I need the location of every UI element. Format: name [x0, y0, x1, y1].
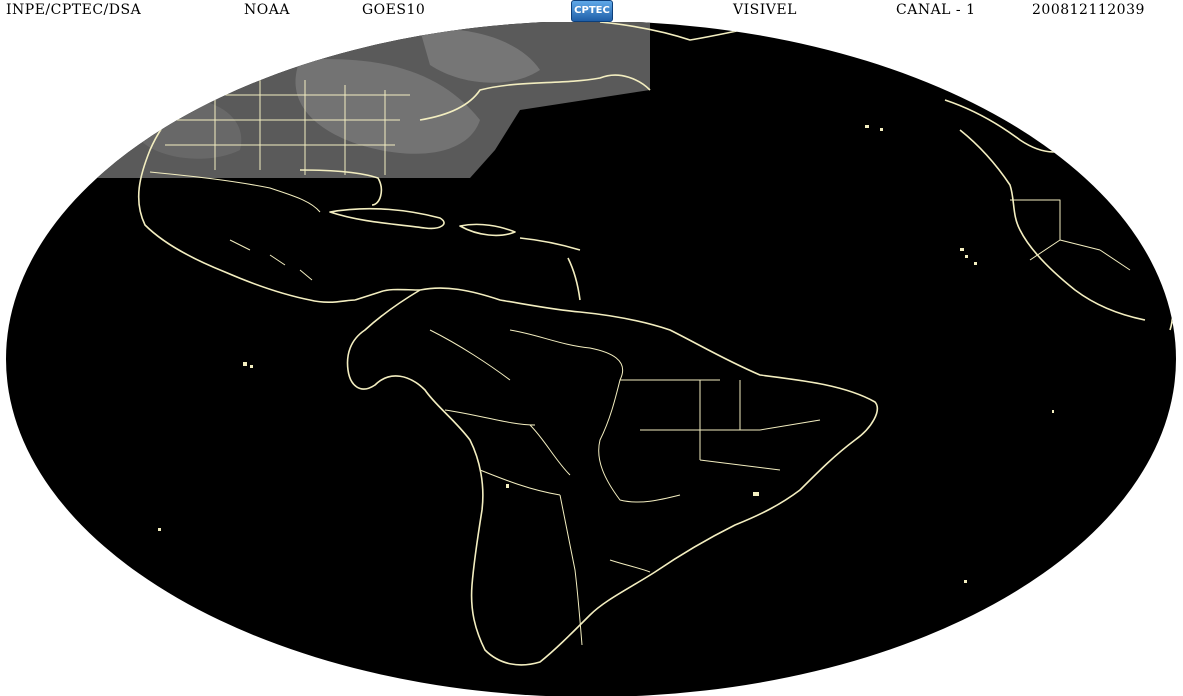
source-label: INPE/CPTEC/DSA [6, 2, 142, 18]
channel-label: CANAL - 1 [896, 2, 976, 18]
timestamp-label: 200812112039 [1032, 2, 1145, 18]
logo-text: CPTEC [574, 5, 610, 16]
map-svg [6, 22, 1176, 696]
satellite-map [0, 22, 1183, 696]
cptec-logo: CPTEC [571, 0, 613, 22]
header-bar: INPE/CPTEC/DSA NOAA GOES10 CPTEC VISIVEL… [0, 0, 1183, 22]
satellite-label: GOES10 [362, 2, 426, 18]
band-label: VISIVEL [733, 2, 797, 18]
agency-label: NOAA [244, 2, 290, 18]
